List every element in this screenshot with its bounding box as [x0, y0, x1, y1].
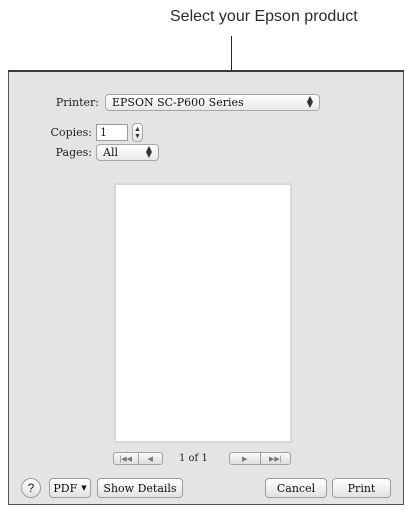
preview-forward-buttons: ▶ ▶▶|	[229, 452, 291, 465]
pages-value: All	[103, 146, 118, 159]
pdf-label: PDF	[53, 481, 78, 495]
cancel-button[interactable]: Cancel	[265, 478, 327, 498]
printer-value: EPSON SC-P600 Series	[112, 96, 244, 109]
pages-row: Pages: All ▲ ▼	[29, 144, 159, 161]
printer-label: Printer:	[55, 96, 99, 109]
print-button[interactable]: Print	[332, 478, 391, 498]
copies-row: Copies: 1 ▲ ▼	[29, 123, 143, 142]
pages-label: Pages:	[55, 146, 92, 159]
copies-input[interactable]: 1	[96, 124, 128, 141]
page-preview	[115, 184, 291, 442]
show-details-button[interactable]: Show Details	[97, 478, 183, 498]
print-dialog: Printer: EPSON SC-P600 Series ▲ ▼ Copies:…	[8, 70, 404, 505]
copies-stepper-icon[interactable]: ▲ ▼	[132, 123, 143, 142]
up-down-arrows-icon: ▲ ▼	[145, 144, 152, 159]
help-button[interactable]: ?	[21, 478, 41, 498]
printer-popup[interactable]: EPSON SC-P600 Series ▲ ▼	[105, 94, 320, 111]
first-page-icon[interactable]: |◀◀	[114, 453, 138, 464]
preview-back-buttons: |◀◀ ◀	[113, 452, 163, 465]
printer-row: Printer: EPSON SC-P600 Series ▲ ▼	[29, 94, 320, 111]
up-down-arrows-icon: ▲ ▼	[306, 94, 313, 109]
copies-label: Copies:	[50, 126, 92, 139]
preview-navigation: |◀◀ ◀ 1 of 1 ▶ ▶▶|	[113, 452, 291, 465]
chevron-down-icon: ▼	[81, 484, 87, 492]
pdf-menu-button[interactable]: PDF ▼	[49, 478, 91, 498]
page-count: 1 of 1	[179, 453, 208, 464]
next-page-icon[interactable]: ▶	[230, 453, 260, 464]
callout-text: Select your Epson product	[170, 8, 358, 25]
previous-page-icon[interactable]: ◀	[137, 453, 163, 464]
pages-popup[interactable]: All ▲ ▼	[96, 144, 159, 161]
last-page-icon[interactable]: ▶▶|	[259, 453, 291, 464]
